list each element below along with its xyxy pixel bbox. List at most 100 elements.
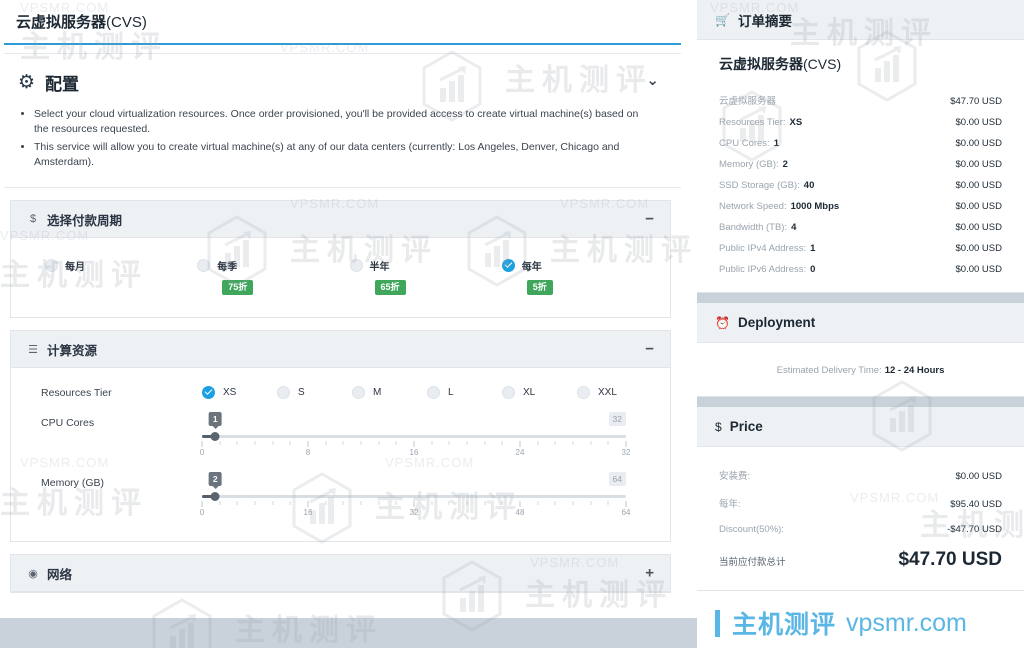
tier-option-xl[interactable]: XL <box>502 386 577 399</box>
slider-tick <box>448 501 450 505</box>
summary-row: Resources Tier: XS $0.00 USD <box>719 112 1002 133</box>
slider-tick-label: 64 <box>621 508 631 517</box>
chevron-down-icon[interactable]: ⌄ <box>646 71 659 89</box>
billing-option-label: 每季 <box>217 262 238 273</box>
tier-option-m[interactable]: M <box>352 386 427 399</box>
summary-row-price: $0.00 USD <box>955 243 1002 254</box>
radio-icon[interactable] <box>427 386 440 399</box>
slider-tick <box>236 501 238 505</box>
configuration-note: Select your cloud virtualization resourc… <box>34 107 655 137</box>
billing-cycle-title: 选择付款周期 <box>47 213 123 228</box>
expand-toggle-icon[interactable]: + <box>645 566 654 581</box>
slider-tick <box>537 441 539 445</box>
configuration-header[interactable]: ⚙ 配置 ⌄ <box>0 54 681 105</box>
slider-tick <box>413 441 415 447</box>
slider-tick <box>484 441 486 445</box>
memory-slider[interactable]: 2 64 0 16 32 48 64 <box>200 472 654 521</box>
slider-handle[interactable] <box>210 432 220 441</box>
configuration-card: ⚙ 配置 ⌄ Select your cloud virtualization … <box>0 53 681 188</box>
billing-option-label: 每月 <box>65 262 85 273</box>
radio-selected-icon[interactable] <box>501 259 515 272</box>
slider-tick <box>519 441 521 447</box>
summary-row-price: $0.00 USD <box>955 201 1002 212</box>
radio-icon[interactable] <box>45 259 58 272</box>
summary-row-price: $0.00 USD <box>955 180 1002 191</box>
slider-tick <box>254 501 256 505</box>
summary-row-label: Public IPv6 Address: 0 <box>719 264 815 275</box>
slider-track[interactable]: 2 64 <box>202 472 626 501</box>
tier-option-l[interactable]: L <box>427 386 502 399</box>
slider-tick <box>590 441 592 445</box>
summary-row-key: Public IPv4 Address: <box>719 243 807 254</box>
network-title: 网络 <box>47 567 73 582</box>
slider-tick <box>395 501 397 505</box>
slider-tick <box>219 501 221 505</box>
summary-row: SSD Storage (GB): 40 $0.00 USD <box>719 175 1002 196</box>
tier-option-label: L <box>448 387 454 398</box>
network-header[interactable]: ◉ 网络 + <box>11 555 670 592</box>
slider-tick <box>307 441 309 447</box>
radio-selected-icon[interactable] <box>202 386 215 399</box>
price-row-label: 安装费: <box>719 471 751 482</box>
cpu-cores-slider[interactable]: 1 32 0 8 16 24 32 <box>200 412 654 461</box>
price-total-row: 当前应付款总计 $47.70 USD <box>719 542 1002 578</box>
order-configuration-column: 云虚拟服务器(CVS) ⚙ 配置 ⌄ Select your cloud vir… <box>0 0 681 618</box>
slider-tick-label: 32 <box>409 508 419 517</box>
slider-track[interactable]: 1 32 <box>202 412 626 441</box>
summary-row-price: $0.00 USD <box>955 138 1002 149</box>
cart-icon: 🛒 <box>715 12 730 27</box>
resources-tier-options: XS S M L XL XXL <box>202 386 654 399</box>
compute-resources-title: 计算资源 <box>47 343 98 358</box>
summary-row-value: 1 <box>773 138 779 149</box>
billing-option-annual[interactable]: 每年 5折 <box>501 258 654 295</box>
compute-resources-header[interactable]: ☰ 计算资源 − <box>11 331 670 368</box>
tier-option-label: M <box>373 387 382 398</box>
billing-cycle-header[interactable]: $ 选择付款周期 − <box>11 201 670 238</box>
collapse-toggle-icon[interactable]: − <box>645 342 654 357</box>
slider-handle[interactable] <box>210 492 220 501</box>
summary-row-price: $0.00 USD <box>955 117 1002 128</box>
tier-option-xs[interactable]: XS <box>202 386 277 399</box>
left-gutter <box>0 0 4 618</box>
slider-tick <box>325 441 327 445</box>
price-title: Price <box>729 419 763 434</box>
radio-icon[interactable] <box>349 259 363 272</box>
slider-tick <box>236 441 238 445</box>
radio-icon[interactable] <box>352 386 365 399</box>
radio-icon[interactable] <box>502 386 515 399</box>
price-header: $ Price <box>697 407 1024 447</box>
order-summary-panel: 🛒 订单摘要 云虚拟服务器(CVS) 云虚拟服务器 $47.70 USD Res… <box>697 0 1024 293</box>
tier-option-xxl[interactable]: XXL <box>577 386 652 399</box>
billing-option-quarterly[interactable]: 每季 75折 <box>197 258 349 295</box>
billing-option-monthly[interactable]: 每月 <box>45 258 197 295</box>
page-title: 云虚拟服务器(CVS) <box>16 11 147 32</box>
page-background-strip <box>0 618 697 648</box>
radio-icon[interactable] <box>577 386 590 399</box>
tier-option-s[interactable]: S <box>277 386 352 399</box>
slider-tick <box>572 501 574 505</box>
slider-ticks: 0 16 32 48 64 <box>200 501 630 521</box>
slider-tick <box>272 501 274 505</box>
slider-tick <box>466 501 468 505</box>
collapse-toggle-icon[interactable]: − <box>645 212 654 227</box>
price-row: Discount(50%): -$47.70 USD <box>719 517 1002 542</box>
cpu-cores-row: CPU Cores 1 32 0 8 16 24 32 <box>27 405 654 465</box>
slider-tick <box>219 441 221 445</box>
summary-row-price: $0.00 USD <box>955 264 1002 275</box>
summary-product-name: 云虚拟服务器(CVS) <box>719 54 1002 74</box>
radio-icon[interactable] <box>197 259 211 272</box>
summary-row-key: Resources Tier: <box>719 117 786 128</box>
price-body: 安装费: $0.00 USD 每年: $95.40 USD Discount(5… <box>697 447 1024 590</box>
slider-value-bubble: 1 <box>208 412 222 429</box>
summary-row-price: $47.70 USD <box>950 96 1002 107</box>
billing-cycle-body: 每月 每季 75折 半年 65折 每年 5折 <box>11 238 670 317</box>
slider-max-label: 32 <box>608 412 626 426</box>
network-section: ◉ 网络 + <box>10 554 671 593</box>
tier-option-label: XL <box>523 387 536 398</box>
slider-tick <box>431 441 433 445</box>
radio-icon[interactable] <box>277 386 290 399</box>
slider-tick <box>501 501 503 505</box>
price-total-label: 当前应付款总计 <box>719 557 786 568</box>
slider-tick <box>554 501 556 505</box>
billing-option-semiannual[interactable]: 半年 65折 <box>349 258 502 295</box>
